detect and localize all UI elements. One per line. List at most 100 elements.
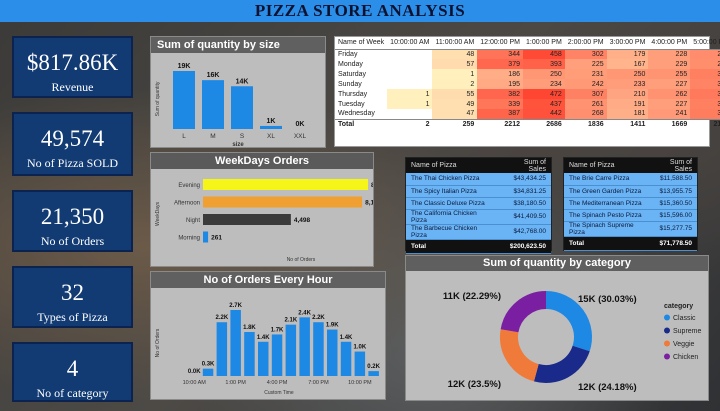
table-cell: The Brie Carre Pizza [564,173,648,186]
table-cell: 1411 [606,118,649,129]
kpi-orders: 21,350 No of Orders [12,190,133,252]
column-header[interactable]: 4:00:00 PM [648,37,691,50]
table-cell: 255 [648,69,691,79]
table-cell: $42,768.00 [499,224,551,240]
legend-title: category [664,303,693,310]
bar [368,371,379,376]
row-header: Tuesday [338,100,365,108]
data-label: 1.9K [326,323,339,329]
bar [203,214,291,225]
table-cell: $15,277.75 [647,221,697,237]
kpi-value: $817.86K [26,50,119,75]
data-label: 0.3K [202,362,215,368]
kpi-label: Types of Pizza [37,310,108,324]
column-header[interactable]: 2:00:00 PM [564,37,607,50]
pie-slice [500,291,547,333]
sales-table-right: Name of Pizza Sum of Sales The Brie Carre … [563,157,698,251]
table-row: The Spicy Italian Pizza $34,831.25 [406,185,551,198]
table-cell: 382 [477,89,523,99]
column-header[interactable]: Name of Pizza [406,158,499,173]
tick-label: S [240,133,245,140]
size-chart-panel: Sum of quantity by size Sum of quantity 1… [150,36,326,148]
bar [244,332,255,376]
table-row: The Brie Carre Pizza $11,588.50 [564,173,697,186]
table-cell: 48 [432,49,478,59]
axis-label-x: Custom Time [264,390,294,396]
tick-label: Afternoon [174,201,200,207]
row-header: Sunday [338,80,362,88]
table-row: Sunday 2195234242233227301 [335,79,720,89]
data-label: 1K [267,118,276,125]
axis-label-y: Sum of quantity [155,81,161,116]
table-cell: $15,596.00 [647,209,697,222]
column-header[interactable]: Name of Week [335,37,388,50]
column-header[interactable]: Sum of Sales [499,158,551,173]
column-header[interactable]: 10:00:00 AM [387,37,433,50]
column-header[interactable]: 11:00:00 AM [432,37,478,50]
column-header[interactable]: Sum of Sales [647,158,697,173]
table-cell: 393 [522,59,565,69]
table-cell: The Thai Chicken Pizza [406,173,500,186]
data-label: 2.1K [285,318,298,324]
bar [327,329,338,376]
kpi-label: Revenue [51,80,94,94]
bar [313,322,324,376]
row-header: Total [335,118,388,129]
data-label: 1.4K [257,335,270,341]
data-label: 8,446 [371,182,373,189]
row-header: Friday [338,50,358,58]
data-label: 261 [211,235,222,242]
table-total-row: Total $200,623.50 [406,239,551,254]
table-cell: 2 [432,79,478,89]
data-label: 12K (24.18%) [578,382,637,393]
chart-title: No of Orders Every Hour [151,272,385,288]
table-cell [387,49,433,59]
column-header[interactable]: 3:00:00 PM [606,37,649,50]
row-header: Thursday [338,90,368,98]
table-row: The Thai Chicken Pizza $43,434.25 [406,173,551,186]
kpi-value: 32 [61,280,84,305]
data-label: 15K (30.03%) [578,294,637,305]
column-header[interactable]: Name of Pizza [564,158,647,173]
tick-label: 7:00 PM [308,380,329,386]
legend-entry: Veggie [673,341,695,348]
hourly-chart: No of Orders0.0K0.3K2.2K2.7K1.8K1.4K1.7K… [155,303,381,396]
column-header[interactable]: 5:00:00 PM [690,37,720,50]
row-header: Wednesday [338,110,375,118]
bar [271,334,283,376]
legend-marker [664,353,670,360]
kpi-pizza-types: 32 Types of Pizza [12,266,133,328]
bar [202,368,214,376]
legend-entry: Chicken [673,354,698,361]
table-cell: 186 [477,69,523,79]
table-cell: 302 [564,49,607,59]
table-cell: 273 [690,59,720,69]
table-cell: The Green Garden Pizza [564,185,648,198]
table-row: Thursday 155382472307210262331 [335,89,720,99]
table-cell: 437 [522,99,565,109]
tick-label: M [210,133,215,140]
axis-label-y: WeekDays [155,201,161,226]
table-cell: 2212 [477,118,523,129]
bar [203,179,368,190]
table-cell: The Mediterranean Pizza [564,197,648,210]
tick-label: XXL [294,133,307,140]
bar [203,196,363,208]
legend-marker [664,340,670,347]
column-header[interactable]: 1:00:00 PM [522,37,565,50]
table-cell: 262 [648,89,691,99]
table-cell: 2 [387,118,433,129]
table-row: The Green Garden Pizza $13,955.75 [564,185,697,198]
table-total-row: Total $71,778.50 [564,236,697,251]
table-cell: 301 [690,79,720,89]
data-label: 0.2K [367,364,380,370]
table-cell: 344 [477,49,523,59]
table-cell: 278 [690,49,720,59]
heatmap-table: Name of Week 10:00:00 AM 11:00:00 AM 12:00:… [335,37,720,129]
column-header[interactable]: 12:00:00 PM [477,37,523,50]
table-row: Saturday1186250231250255313 [335,69,720,79]
table-cell: 472 [522,89,565,99]
data-label: 2.2K [216,315,229,321]
bar [258,341,269,376]
data-label: 1.4K [340,335,353,341]
